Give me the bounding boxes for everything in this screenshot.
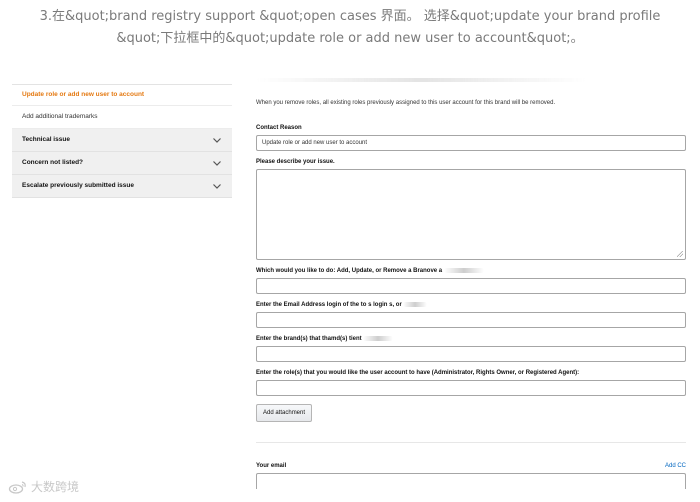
add-attachment-button[interactable]: Add attachment <box>256 404 313 423</box>
case-type-sidebar: Update role or add new user to account A… <box>12 84 232 198</box>
contact-reason-field[interactable]: Update role or add new user to account <box>256 135 686 151</box>
blur-smudge <box>403 302 428 308</box>
add-cc-link[interactable]: Add CC <box>665 463 686 469</box>
email-question-text: Enter the Email Address login of the <box>256 302 360 309</box>
email-question-tail-2: s, or <box>389 302 402 309</box>
caption-line-2: &quot;下拉框中的&quot;update role or add new … <box>116 31 584 46</box>
describe-label: Please describe your issue. <box>256 159 335 165</box>
contact-reason-group: Contact Reason Update role or add new us… <box>256 125 686 151</box>
truncated-top-text <box>256 78 686 84</box>
blur-smudge <box>443 268 484 273</box>
email-login-field[interactable] <box>256 312 686 329</box>
watermark: 大数跨境 <box>8 478 79 495</box>
brand-question-group: Enter the brand(s) that thamd(s) tient <box>256 336 686 363</box>
contact-reason-label: Contact Reason <box>256 125 302 131</box>
chevron-down-icon <box>213 161 221 166</box>
case-form: When you remove roles, all existing role… <box>256 78 686 490</box>
action-question-text: Which would you like to do: Add, Update,… <box>256 268 443 275</box>
watermark-text: 大数跨境 <box>31 480 80 494</box>
your-email-field[interactable] <box>256 473 686 490</box>
your-email-label: Your email <box>256 463 287 470</box>
action-question-group: Which would you like to do: Add, Update,… <box>256 268 686 295</box>
instruction-caption: 3.在&quot;brand registry support &quot;op… <box>0 6 700 50</box>
roles-removal-note: When you remove roles, all existing role… <box>256 100 556 106</box>
describe-group: Please describe your issue. <box>256 159 686 260</box>
email-question-group: Enter the Email Address login of the to … <box>256 302 686 329</box>
accordion-escalate-issue[interactable]: Escalate previously submitted issue <box>12 175 232 198</box>
resize-handle-icon[interactable] <box>677 251 683 257</box>
accordion-label: Concern not listed? <box>22 159 84 166</box>
chevron-down-icon <box>213 138 221 143</box>
brand-question-text: Enter the brand(s) that thamd(s) <box>256 336 348 343</box>
email-question-label: Enter the Email Address login of the to … <box>256 302 686 308</box>
email-question-tail: to s login <box>360 302 388 309</box>
accordion-concern-not-listed[interactable]: Concern not listed? <box>12 152 232 175</box>
describe-textarea[interactable] <box>256 169 686 260</box>
role-question-label: Enter the role(s) that you would like th… <box>256 370 580 377</box>
weibo-logo-icon <box>8 480 26 494</box>
caption-line-1: 3.在&quot;brand registry support &quot;op… <box>39 9 661 24</box>
chevron-down-icon <box>213 184 221 189</box>
sidebar-item-update-role[interactable]: Update role or add new user to account <box>12 85 232 106</box>
brand-question-label: Enter the brand(s) that thamd(s) tient <box>256 336 686 342</box>
action-field[interactable] <box>256 278 686 295</box>
brand-question-tail: tient <box>349 336 362 343</box>
attachment-row: Add attachment <box>256 404 686 423</box>
accordion-label: Escalate previously submitted issue <box>22 182 134 189</box>
section-divider <box>256 442 686 444</box>
role-question-group: Enter the role(s) that you would like th… <box>256 370 686 397</box>
brand-field[interactable] <box>256 346 686 363</box>
your-email-group: Add CC Your email <box>256 463 686 490</box>
accordion-label: Technical issue <box>22 136 70 143</box>
accordion-technical-issue[interactable]: Technical issue <box>12 129 232 152</box>
action-question-label: Which would you like to do: Add, Update,… <box>256 268 686 274</box>
role-field[interactable] <box>256 380 686 397</box>
sidebar-item-add-trademarks[interactable]: Add additional trademarks <box>12 106 232 129</box>
blur-smudge <box>363 336 394 342</box>
